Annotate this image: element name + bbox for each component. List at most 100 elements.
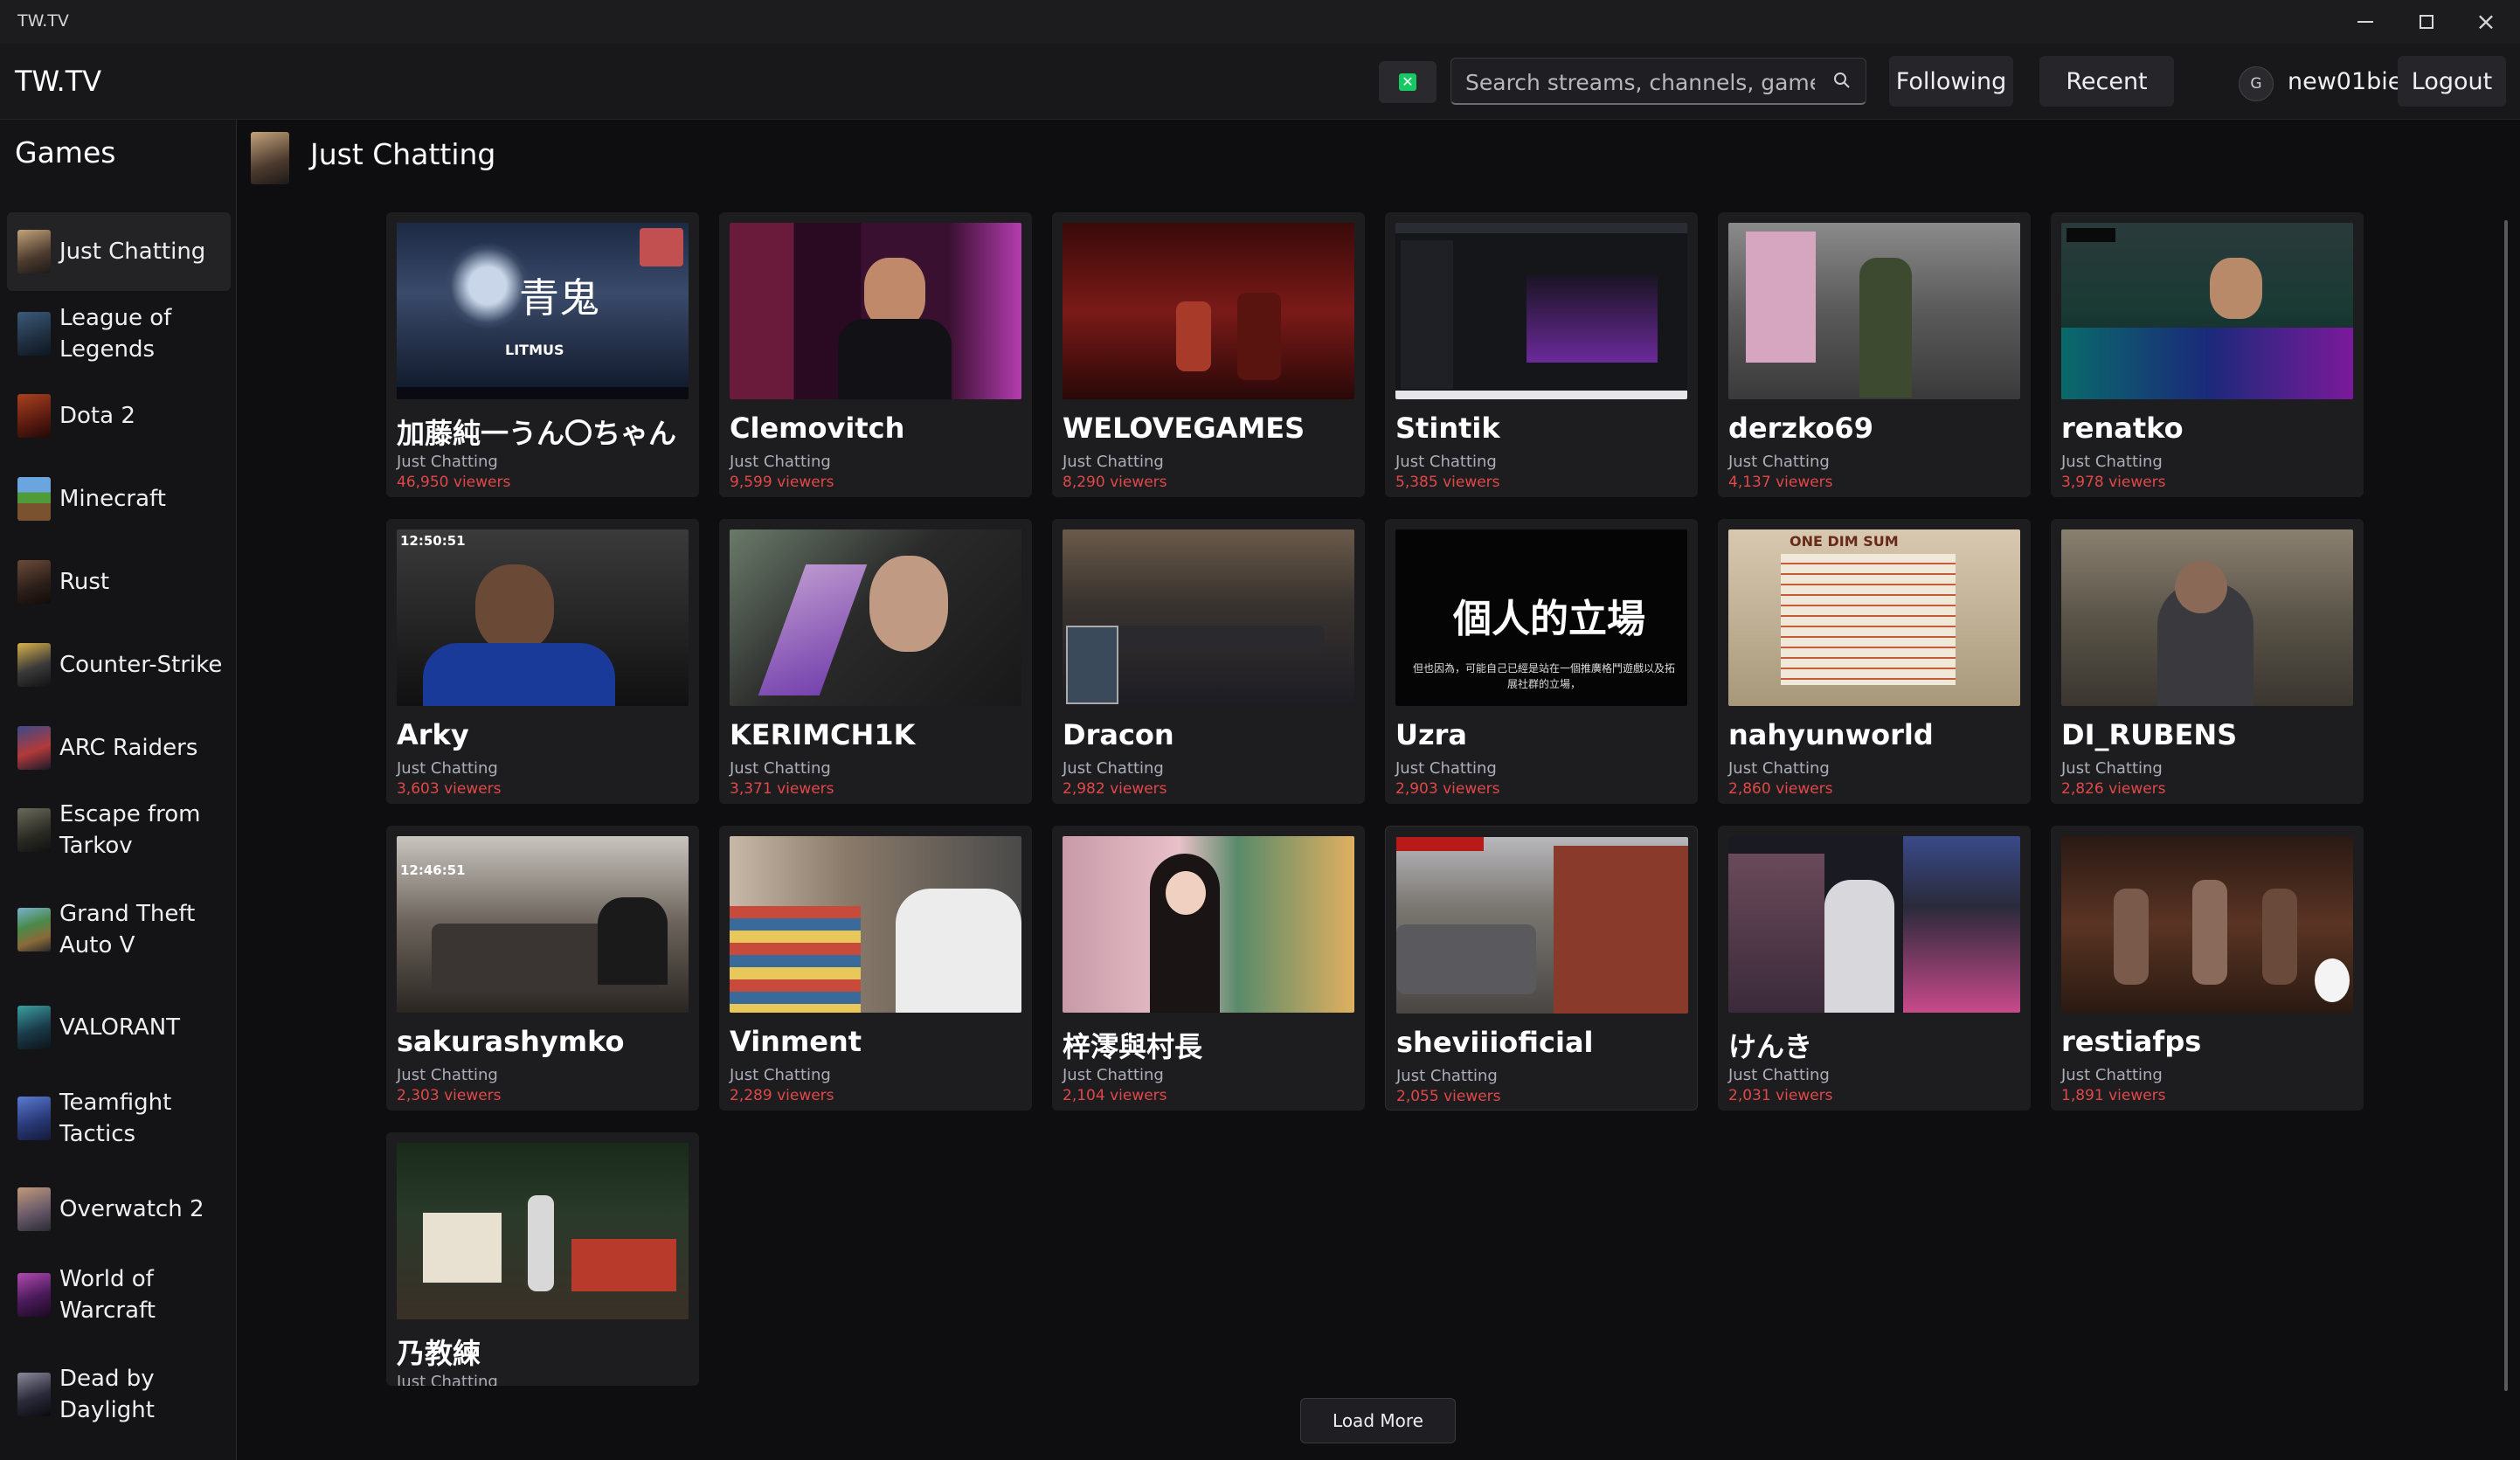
category-thumbnail	[251, 132, 289, 184]
xbox-icon: ✕	[1399, 73, 1416, 91]
stream-thumbnail: 12:46:51	[397, 836, 689, 1013]
sidebar-item-world-of-warcraft[interactable]: World of Warcraft	[7, 1256, 231, 1334]
rust-thumbnail	[17, 560, 51, 604]
stream-channel-name[interactable]: DI_RUBENS	[2061, 718, 2237, 751]
sidebar-item-rust[interactable]: Rust	[7, 543, 231, 621]
sidebar-item-label: Minecraft	[59, 486, 166, 512]
sidebar-item-counter-strike[interactable]: Counter-Strike	[7, 626, 231, 704]
stream-thumbnail: 青鬼 LITMUS	[397, 223, 689, 399]
stream-thumbnail: 個人的立場 但也因為，可能自己已經是站在一個推廣格鬥遊戲以及拓展社群的立場，	[1395, 529, 1687, 706]
stream-card[interactable]: Clemovitch Just Chatting 9,599 viewers	[719, 212, 1032, 497]
sidebar-item-valorant[interactable]: VALORANT	[7, 988, 231, 1067]
stream-card[interactable]: 梓澪與村長 Just Chatting 2,104 viewers	[1052, 826, 1365, 1111]
avatar[interactable]: G	[2239, 66, 2274, 101]
stream-viewers: 1,891 viewers	[2061, 1087, 2166, 1104]
xbox-button[interactable]: ✕	[1379, 61, 1437, 103]
sidebar-item-minecraft[interactable]: Minecraft	[7, 460, 231, 538]
stream-card[interactable]: KERIMCH1K Just Chatting 3,371 viewers	[719, 519, 1032, 804]
sidebar-item-dota-2[interactable]: Dota 2	[7, 377, 231, 455]
stream-card[interactable]: Vinment Just Chatting 2,289 viewers	[719, 826, 1032, 1111]
stream-channel-name[interactable]: 乃教練	[397, 1332, 481, 1372]
stream-channel-name[interactable]: 梓澪與村長	[1063, 1025, 1202, 1065]
stream-channel-name[interactable]: Arky	[397, 718, 469, 751]
stream-card[interactable]: sheviiioficial Just Chatting 2,055 viewe…	[1385, 826, 1698, 1111]
stream-card[interactable]: 個人的立場 但也因為，可能自己已經是站在一個推廣格鬥遊戲以及拓展社群的立場， U…	[1385, 519, 1698, 804]
following-button[interactable]: Following	[1889, 56, 2013, 107]
stream-card[interactable]: derzko69 Just Chatting 4,137 viewers	[1718, 212, 2031, 497]
logout-button[interactable]: Logout	[2398, 56, 2506, 107]
username[interactable]: new01bie	[2288, 68, 2402, 95]
teamfight-tactics-thumbnail	[17, 1097, 51, 1140]
close-window-button[interactable]: ×	[2457, 5, 2515, 38]
sidebar-item-teamfight-tactics[interactable]: Teamfight Tactics	[7, 1079, 231, 1158]
thumbnail-overlay-text: LITMUS	[505, 342, 564, 358]
valorant-thumbnail	[17, 1006, 51, 1049]
stream-viewers: 2,860 viewers	[1728, 780, 1833, 798]
stream-channel-name[interactable]: Dracon	[1063, 718, 1174, 751]
stream-game: Just Chatting	[1396, 1067, 1498, 1085]
sidebar-item-arc-raiders[interactable]: ARC Raiders	[7, 709, 231, 787]
stream-game: Just Chatting	[2061, 759, 2163, 778]
stream-viewers: 46,950 viewers	[397, 474, 511, 491]
sidebar-item-overwatch-2[interactable]: Overwatch 2	[7, 1170, 231, 1249]
dead-by-daylight-thumbnail	[17, 1373, 51, 1416]
stream-game: Just Chatting	[730, 1066, 831, 1084]
stream-card[interactable]: Dracon Just Chatting 2,982 viewers	[1052, 519, 1365, 804]
search-box[interactable]	[1450, 58, 1866, 105]
sidebar-item-grand-theft-auto-v[interactable]: Grand Theft Auto V	[7, 890, 231, 969]
scrollbar-thumb[interactable]	[2504, 220, 2508, 1391]
stream-card[interactable]: DI_RUBENS Just Chatting 2,826 viewers	[2051, 519, 2364, 804]
stream-card[interactable]: ONE DIM SUM nahyunworld Just Chatting 2,…	[1718, 519, 2031, 804]
sidebar-item-dead-by-daylight[interactable]: Dead by Daylight	[7, 1355, 231, 1434]
stream-card[interactable]: renatko Just Chatting 3,978 viewers	[2051, 212, 2364, 497]
stream-card[interactable]: けんき Just Chatting 2,031 viewers	[1718, 826, 2031, 1111]
stream-game: Just Chatting	[397, 759, 498, 778]
stream-channel-name[interactable]: sakurashymko	[397, 1025, 625, 1058]
stream-card[interactable]: Stintik Just Chatting 5,385 viewers	[1385, 212, 1698, 497]
stream-thumbnail	[1063, 836, 1354, 1013]
stream-channel-name[interactable]: 加藤純一うん〇ちゃん	[397, 412, 676, 452]
stream-thumbnail	[1396, 837, 1688, 1014]
recent-button[interactable]: Recent	[2039, 56, 2174, 107]
stream-card[interactable]: 12:46:51 sakurashymko Just Chatting 2,30…	[386, 826, 699, 1111]
stream-thumbnail: ONE DIM SUM	[1728, 529, 2020, 706]
load-more-button[interactable]: Load More	[1300, 1398, 1456, 1443]
stream-game: Just Chatting	[730, 453, 831, 471]
stream-channel-name[interactable]: Stintik	[1395, 412, 1500, 445]
stream-channel-name[interactable]: Vinment	[730, 1025, 862, 1058]
stream-viewers: 3,978 viewers	[2061, 474, 2166, 491]
stream-game: Just Chatting	[397, 1066, 498, 1084]
stream-channel-name[interactable]: nahyunworld	[1728, 718, 1934, 751]
stream-channel-name[interactable]: Uzra	[1395, 718, 1467, 751]
stream-card[interactable]: WELOVEGAMES Just Chatting 8,290 viewers	[1052, 212, 1365, 497]
sidebar-item-label: League of Legends	[59, 305, 172, 363]
stream-channel-name[interactable]: renatko	[2061, 412, 2184, 445]
stream-thumbnail	[730, 836, 1021, 1013]
stream-channel-name[interactable]: derzko69	[1728, 412, 1873, 445]
search-input[interactable]	[1464, 66, 1817, 99]
sidebar-item-just-chatting[interactable]: Just Chatting	[7, 212, 231, 291]
stream-channel-name[interactable]: sheviiioficial	[1396, 1026, 1594, 1059]
stream-channel-name[interactable]: Clemovitch	[730, 412, 904, 445]
stream-thumbnail	[730, 223, 1021, 399]
thumbnail-overlay-text: 青鬼	[519, 274, 599, 322]
stream-card[interactable]: 12:50:51 Arky Just Chatting 3,603 viewer…	[386, 519, 699, 804]
stream-channel-name[interactable]: WELOVEGAMES	[1063, 412, 1305, 445]
app-logo[interactable]: TW.TV	[15, 65, 101, 98]
stream-card[interactable]: restiafps Just Chatting 1,891 viewers	[2051, 826, 2364, 1111]
escape-from-tarkov-thumbnail	[17, 808, 51, 852]
sidebar-item-escape-from-tarkov[interactable]: Escape from Tarkov	[7, 791, 231, 869]
minimize-button[interactable]	[2337, 5, 2394, 38]
thumbnail-overlay-text: 但也因為，可能自己已經是站在一個推廣格鬥遊戲以及拓展社群的立場，	[1413, 662, 1676, 690]
stream-channel-name[interactable]: けんき	[1728, 1025, 1812, 1065]
maximize-button[interactable]	[2398, 5, 2455, 38]
sidebar-item-league-of-legends[interactable]: League of Legends	[7, 294, 231, 373]
search-icon[interactable]	[1832, 71, 1852, 90]
thumbnail-overlay-text: 個人的立場	[1453, 597, 1645, 641]
stream-card[interactable]: 乃教練 Just Chatting	[386, 1132, 699, 1386]
stream-channel-name[interactable]: restiafps	[2061, 1025, 2201, 1058]
stream-card[interactable]: 青鬼 LITMUS 加藤純一うん〇ちゃん Just Chatting 46,95…	[386, 212, 699, 497]
stream-channel-name[interactable]: KERIMCH1K	[730, 718, 915, 751]
stream-viewers: 3,603 viewers	[397, 780, 502, 798]
stream-game: Just Chatting	[1063, 453, 1164, 471]
